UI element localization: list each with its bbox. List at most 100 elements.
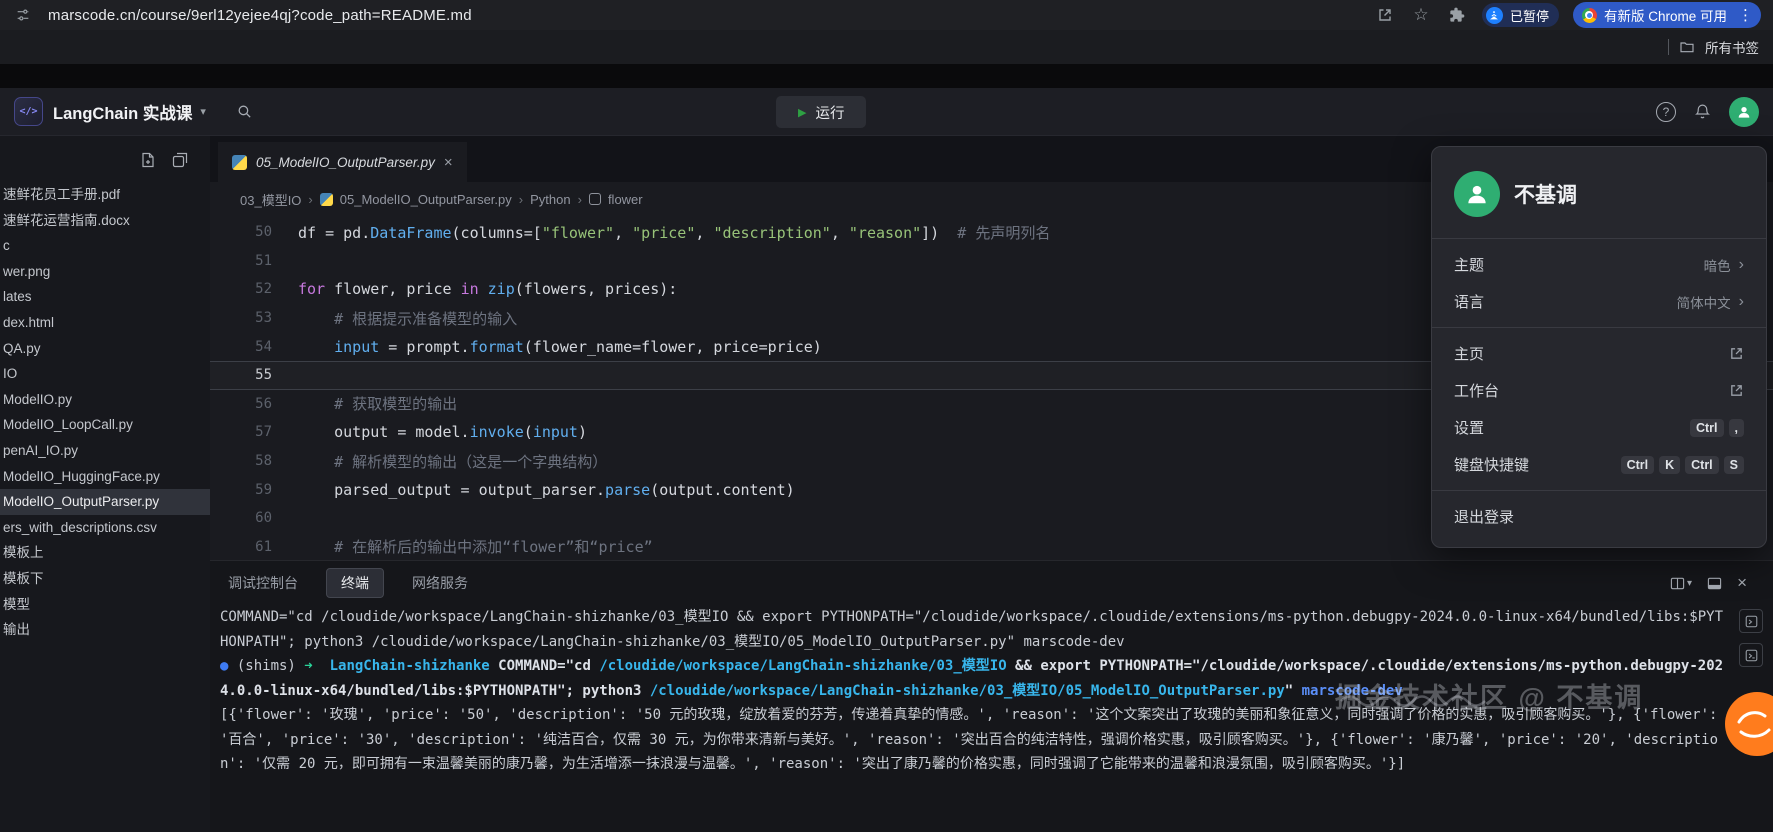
menu-item-value: CtrlKCtrlS bbox=[1616, 456, 1744, 474]
breadcrumb-item[interactable]: flower bbox=[608, 192, 643, 207]
menu-item[interactable]: 退出登录 bbox=[1432, 498, 1766, 535]
open-editors-icon[interactable] bbox=[172, 152, 188, 168]
avatar[interactable] bbox=[1729, 97, 1759, 127]
url-bar[interactable]: marscode.cn/course/9erl12yejee4qj?code_p… bbox=[48, 7, 472, 24]
all-bookmarks-button[interactable]: 所有书签 bbox=[1705, 37, 1759, 57]
chevron-down-icon: ▾ bbox=[1687, 578, 1692, 589]
chrome-icon bbox=[1582, 8, 1597, 23]
terminal-tab[interactable]: 调试控制台 bbox=[220, 569, 306, 597]
menu-divider bbox=[1432, 238, 1766, 239]
user-menu-header: 不基调 bbox=[1432, 155, 1766, 231]
menu-item-value: Ctrl, bbox=[1685, 419, 1744, 437]
file-list[interactable]: 速鲜花员工手册.pdf速鲜花运营指南.docxcwer.pnglatesdex.… bbox=[0, 182, 210, 643]
extensions-puzzle-icon[interactable] bbox=[1446, 4, 1468, 26]
file-item[interactable]: 速鲜花员工手册.pdf bbox=[0, 182, 210, 208]
file-item[interactable]: ModelIO.py bbox=[0, 387, 210, 413]
chrome-update-badge[interactable]: 有新版 Chrome 可用 ⋮ bbox=[1573, 2, 1761, 28]
menu-item[interactable]: 工作台 bbox=[1432, 372, 1766, 409]
terminal-actions: ▾ × bbox=[1670, 561, 1747, 605]
code-text: output = model.invoke(input) bbox=[298, 423, 587, 441]
bookmark-star-icon[interactable]: ☆ bbox=[1410, 4, 1432, 26]
file-item[interactable]: 输出 bbox=[0, 617, 210, 643]
site-settings-icon[interactable] bbox=[12, 4, 34, 26]
file-item[interactable]: 模板下 bbox=[0, 566, 210, 592]
file-item[interactable]: ModelIO_OutputParser.py bbox=[0, 489, 210, 515]
file-item[interactable]: ModelIO_HuggingFace.py bbox=[0, 464, 210, 490]
file-item[interactable]: c bbox=[0, 233, 210, 259]
search-icon[interactable] bbox=[236, 103, 253, 120]
menu-item[interactable]: 键盘快捷键 CtrlKCtrlS bbox=[1432, 446, 1766, 483]
code-text: # 获取模型的输出 bbox=[298, 393, 457, 414]
keycap: , bbox=[1729, 419, 1744, 437]
line-number: 58 bbox=[210, 453, 298, 469]
menu-item-value bbox=[1729, 346, 1744, 361]
menu-item[interactable]: 主页 bbox=[1432, 335, 1766, 372]
code-text: df = pd.DataFrame(columns=["flower", "pr… bbox=[298, 222, 1050, 243]
bell-icon[interactable] bbox=[1694, 103, 1711, 120]
browser-chrome: marscode.cn/course/9erl12yejee4qj?code_p… bbox=[0, 0, 1773, 30]
paused-label: 已暂停 bbox=[1510, 6, 1549, 25]
run-label: 运行 bbox=[815, 102, 844, 123]
code-text: # 解析模型的输出（这是一个字典结构） bbox=[298, 451, 607, 472]
keycap: Ctrl bbox=[1621, 456, 1655, 474]
file-item[interactable]: 速鲜花运营指南.docx bbox=[0, 208, 210, 234]
menu-divider bbox=[1432, 327, 1766, 328]
breadcrumb-item[interactable]: Python bbox=[530, 192, 570, 207]
file-item[interactable]: ers_with_descriptions.csv bbox=[0, 515, 210, 541]
juejin-extension-badge[interactable]: 已暂停 bbox=[1482, 3, 1559, 27]
new-file-icon[interactable] bbox=[140, 152, 156, 168]
help-icon[interactable]: ? bbox=[1656, 102, 1676, 122]
terminal-instance-icon[interactable] bbox=[1739, 609, 1763, 633]
file-item[interactable]: 模板上 bbox=[0, 540, 210, 566]
open-in-new-icon[interactable] bbox=[1374, 4, 1396, 26]
file-item[interactable]: penAI_IO.py bbox=[0, 438, 210, 464]
menu-item[interactable]: 设置Ctrl, bbox=[1432, 409, 1766, 446]
chevron-down-icon[interactable]: ▾ bbox=[200, 105, 206, 118]
code-text: # 根据提示准备模型的输入 bbox=[298, 308, 517, 329]
terminal-instance-icon[interactable] bbox=[1739, 643, 1763, 667]
file-item[interactable]: lates bbox=[0, 284, 210, 310]
file-item[interactable]: 模型 bbox=[0, 592, 210, 618]
browser-menu-icon[interactable]: ⋮ bbox=[1738, 6, 1753, 24]
mascot-badge[interactable] bbox=[1725, 692, 1773, 756]
code-text: for flower, price in zip(flowers, prices… bbox=[298, 280, 677, 298]
ide-header: </> LangChain 实战课 ▾ ▶ 运行 ? bbox=[0, 88, 1773, 136]
external-link-icon bbox=[1729, 383, 1744, 398]
line-number: 52 bbox=[210, 281, 298, 297]
terminal-tab[interactable]: 终端 bbox=[326, 568, 384, 598]
menu-item[interactable]: 语言简体中文› bbox=[1432, 283, 1766, 320]
chevron-right-icon: › bbox=[1739, 257, 1744, 273]
file-item[interactable]: wer.png bbox=[0, 259, 210, 285]
file-item[interactable]: QA.py bbox=[0, 336, 210, 362]
terminal-tab[interactable]: 网络服务 bbox=[404, 569, 476, 597]
external-link-icon bbox=[1729, 346, 1744, 361]
terminal-close-icon[interactable]: × bbox=[1737, 573, 1747, 593]
python-file-icon bbox=[320, 193, 333, 206]
menu-item-label: 键盘快捷键 bbox=[1454, 454, 1529, 475]
terminal-tabs: 调试控制台终端网络服务 bbox=[210, 561, 1773, 605]
file-item[interactable]: dex.html bbox=[0, 310, 210, 336]
breadcrumb-separator-icon: › bbox=[578, 192, 582, 207]
panel-layout-icon[interactable] bbox=[1707, 576, 1722, 591]
line-number: 56 bbox=[210, 396, 298, 412]
run-button[interactable]: ▶ 运行 bbox=[776, 96, 866, 128]
editor-tab[interactable]: 05_ModelIO_OutputParser.py × bbox=[218, 142, 467, 182]
terminal-panel: 调试控制台终端网络服务 ▾ × COMMAND="cd /cloudide/wo… bbox=[210, 560, 1773, 832]
breadcrumb-item[interactable]: 05_ModelIO_OutputParser.py bbox=[340, 192, 512, 207]
split-terminal-icon[interactable]: ▾ bbox=[1670, 576, 1692, 591]
tab-close-icon[interactable]: × bbox=[444, 154, 453, 171]
chrome-update-label: 有新版 Chrome 可用 bbox=[1604, 5, 1727, 25]
juejin-icon bbox=[1486, 7, 1503, 24]
line-number: 54 bbox=[210, 339, 298, 355]
course-title[interactable]: LangChain 实战课 bbox=[53, 100, 192, 124]
file-item[interactable]: IO bbox=[0, 361, 210, 387]
bookmarks-bar: 所有书签 bbox=[0, 30, 1773, 64]
editor-tab-label: 05_ModelIO_OutputParser.py bbox=[256, 155, 435, 170]
code-text: # 在解析后的输出中添加“flower”和“price” bbox=[298, 536, 653, 557]
menu-item[interactable]: 主题暗色› bbox=[1432, 246, 1766, 283]
breadcrumb-item[interactable]: 03_模型IO bbox=[240, 190, 301, 209]
python-file-icon bbox=[232, 155, 247, 170]
file-item[interactable]: ModelIO_LoopCall.py bbox=[0, 412, 210, 438]
breadcrumb-separator-icon: › bbox=[308, 192, 312, 207]
line-number: 60 bbox=[210, 510, 298, 526]
